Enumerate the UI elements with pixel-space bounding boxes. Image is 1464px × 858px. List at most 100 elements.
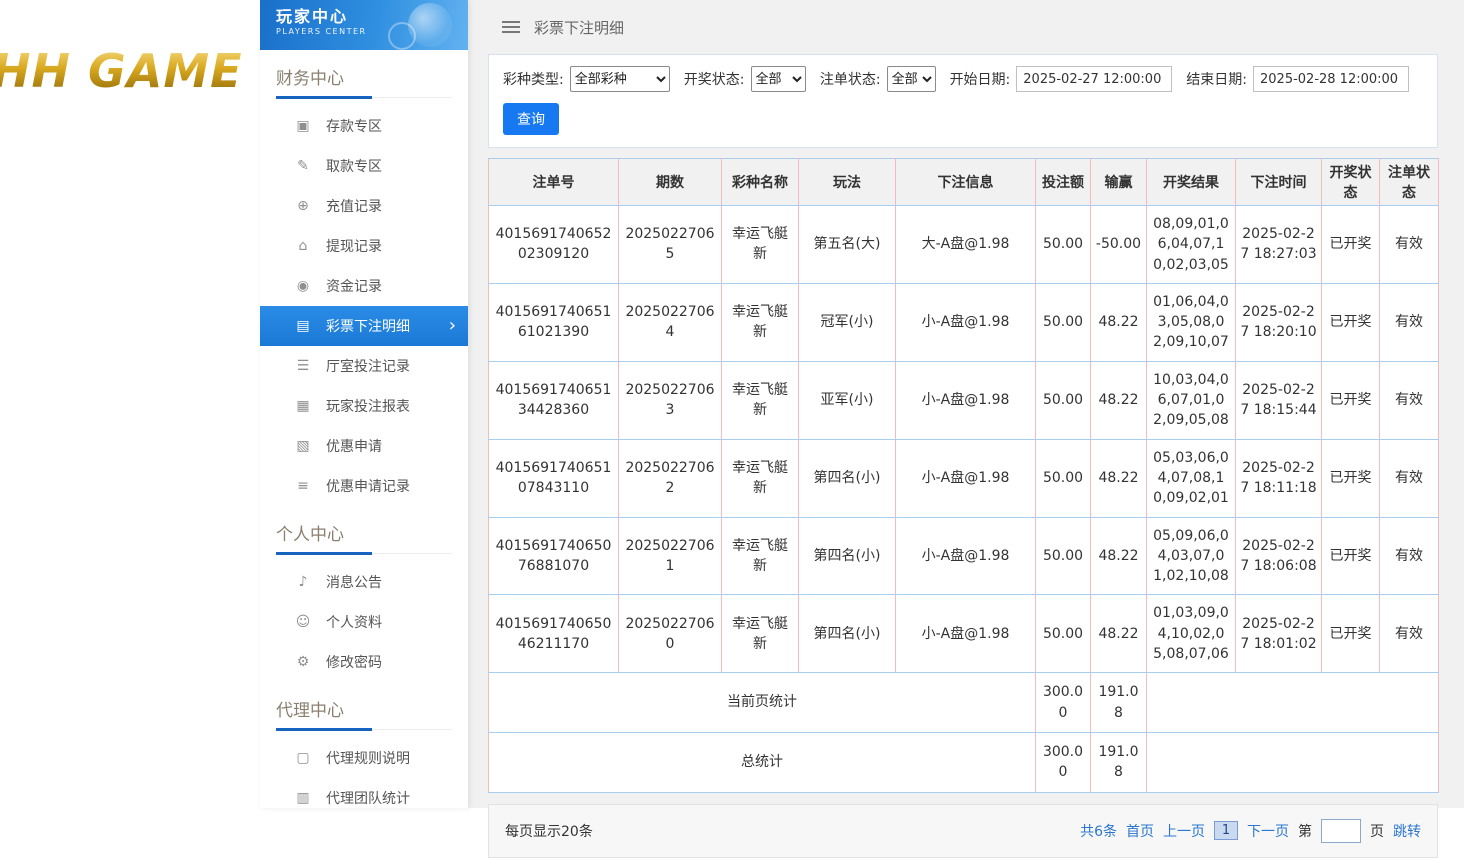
jump-button[interactable]: 跳转 (1393, 821, 1421, 841)
section-title-finance: 财务中心 (276, 64, 452, 98)
table-cell: 第五名(大) (799, 206, 896, 284)
topbar: 彩票下注明细 (468, 0, 1464, 54)
announcement-bell-icon: ♪ (292, 574, 314, 590)
table-cell: 2025-02-27 18:15:44 (1236, 361, 1322, 439)
table-cell: 08,09,01,06,04,07,10,02,03,05 (1147, 206, 1236, 284)
sidebar-item-change-password-gear[interactable]: ⚙修改密码 (260, 642, 468, 682)
table-cell: 幸运飞艇新 (722, 283, 799, 361)
table-cell: 401569174065134428360 (489, 361, 619, 439)
first-page-link[interactable]: 首页 (1126, 821, 1154, 841)
lottery-type-label: 彩种类型: (503, 69, 564, 89)
lottery-bet-detail-icon: ▤ (292, 318, 314, 334)
sidebar-item-lottery-bet-detail[interactable]: ▤彩票下注明细› (260, 306, 468, 346)
next-page-link[interactable]: 下一页 (1247, 821, 1289, 841)
summary-cell: 总统计 (489, 732, 1036, 792)
sidebar-item-promo-apply[interactable]: ▧ 优惠申请 (260, 426, 468, 466)
start-date-label: 开始日期: (950, 69, 1011, 89)
page-size-text: 每页显示20条 (505, 821, 593, 841)
sidebar: 玩家中心 PLAYERS CENTER 财务中心 ▣存款专区✎取款专区⊕充值记录… (260, 0, 468, 808)
table-cell: 50.00 (1036, 283, 1091, 361)
sidebar-item-funds-record[interactable]: ◉资金记录 (260, 266, 468, 306)
table-cell: 小-A盘@1.98 (896, 283, 1036, 361)
sidebar-item-deposit[interactable]: ▣存款专区 (260, 106, 468, 146)
bets-table: 注单号期数彩种名称玩法下注信息投注额输赢开奖结果下注时间开奖状态注单状态 401… (488, 158, 1439, 793)
table-cell: 20250227060 (619, 595, 722, 673)
table-cell: 第四名(小) (799, 517, 896, 595)
order-status-select[interactable]: 全部 (887, 66, 936, 92)
summary-cell: 当前页统计 (489, 673, 1036, 733)
table-cell: 48.22 (1091, 517, 1147, 595)
brand-panel: HH GAME (0, 0, 260, 808)
prev-page-link[interactable]: 上一页 (1163, 821, 1205, 841)
menu-toggle-icon[interactable] (502, 21, 520, 33)
table-cell: 有效 (1380, 206, 1439, 284)
table-cell: 50.00 (1036, 439, 1091, 517)
search-button[interactable]: 查询 (503, 103, 559, 135)
sidebar-item-hall-bet-record[interactable]: ☰厅室投注记录 (260, 346, 468, 386)
players-center-subtitle: PLAYERS CENTER (276, 27, 468, 36)
cashout-record-icon: ⌂ (292, 238, 314, 254)
table-cell: 401569174065161021390 (489, 283, 619, 361)
pagination-bar: 每页显示20条 共6条 首页 上一页 1 下一页 第 页 跳转 (488, 804, 1438, 858)
current-page[interactable]: 1 (1214, 821, 1238, 840)
end-date-input[interactable] (1253, 66, 1409, 92)
table-cell: 50.00 (1036, 361, 1091, 439)
table-cell: 已开奖 (1322, 439, 1380, 517)
promo-apply-icon: ▧ (292, 438, 314, 454)
column-header: 下注信息 (896, 159, 1036, 206)
finance-menu: ▣存款专区✎取款专区⊕充值记录⌂提现记录◉资金记录▤彩票下注明细›☰厅室投注记录… (260, 98, 468, 506)
table-row: 40156917406504621117020250227060幸运飞艇新第四名… (489, 595, 1439, 673)
table-cell: 2025-02-27 18:11:18 (1236, 439, 1322, 517)
sidebar-section-finance: 财务中心 ▣存款专区✎取款专区⊕充值记录⌂提现记录◉资金记录▤彩票下注明细›☰厅… (260, 64, 468, 506)
sidebar-item-label: 优惠申请 (326, 436, 382, 456)
table-cell: 05,09,06,04,03,07,01,02,10,08 (1147, 517, 1236, 595)
column-header: 投注额 (1036, 159, 1091, 206)
sidebar-item-label: 彩票下注明细 (326, 316, 410, 336)
sidebar-item-label: 个人资料 (326, 612, 382, 632)
sidebar-item-promo-apply-record[interactable]: ≡优惠申请记录 (260, 466, 468, 506)
jump-page-input[interactable] (1321, 819, 1361, 843)
sidebar-item-label: 充值记录 (326, 196, 382, 216)
table-cell: 有效 (1380, 283, 1439, 361)
sidebar-item-announcement-bell[interactable]: ♪消息公告 (260, 562, 468, 602)
sidebar-item-cashout-record[interactable]: ⌂提现记录 (260, 226, 468, 266)
table-cell: 有效 (1380, 517, 1439, 595)
sidebar-item-profile-person[interactable]: ☺个人资料 (260, 602, 468, 642)
page-title: 彩票下注明细 (534, 17, 624, 38)
table-cell: 小-A盘@1.98 (896, 517, 1036, 595)
start-date-input[interactable] (1016, 66, 1172, 92)
summary-cell: 300.00 (1036, 732, 1091, 792)
summary-cell: 300.00 (1036, 673, 1091, 733)
column-header: 注单状态 (1380, 159, 1439, 206)
players-center-title: 玩家中心 (276, 7, 468, 27)
sidebar-header: 玩家中心 PLAYERS CENTER (260, 0, 468, 50)
sidebar-item-player-bet-report[interactable]: ▦玩家投注报表 (260, 386, 468, 426)
table-cell: 小-A盘@1.98 (896, 439, 1036, 517)
deposit-icon: ▣ (292, 118, 314, 134)
column-header: 输赢 (1091, 159, 1147, 206)
table-cell: 05,03,06,04,07,08,10,09,02,01 (1147, 439, 1236, 517)
draw-status-select[interactable]: 全部 (751, 66, 806, 92)
table-cell: 幸运飞艇新 (722, 206, 799, 284)
sidebar-item-agent-rules-doc[interactable]: ▢代理规则说明 (260, 738, 468, 778)
jump-prefix: 第 (1298, 821, 1312, 841)
summary-row: 当前页统计300.00191.08 (489, 673, 1439, 733)
table-cell: 50.00 (1036, 517, 1091, 595)
table-cell: 48.22 (1091, 361, 1147, 439)
draw-status-label: 开奖状态: (684, 69, 745, 89)
lottery-type-select[interactable]: 全部彩种 (570, 66, 670, 92)
table-cell: 2025-02-27 18:20:10 (1236, 283, 1322, 361)
table-cell: 第四名(小) (799, 595, 896, 673)
sidebar-item-recharge-record[interactable]: ⊕充值记录 (260, 186, 468, 226)
table-cell: 大-A盘@1.98 (896, 206, 1036, 284)
sidebar-item-label: 修改密码 (326, 652, 382, 672)
sidebar-item-withdraw[interactable]: ✎取款专区 (260, 146, 468, 186)
table-cell: 48.22 (1091, 283, 1147, 361)
table-cell: 第四名(小) (799, 439, 896, 517)
column-header: 开奖结果 (1147, 159, 1236, 206)
column-header: 开奖状态 (1322, 159, 1380, 206)
sidebar-item-label: 玩家投注报表 (326, 396, 410, 416)
table-cell: 有效 (1380, 439, 1439, 517)
summary-cell (1147, 673, 1439, 733)
sidebar-item-agent-team-stats[interactable]: ▥代理团队统计 (260, 778, 468, 808)
